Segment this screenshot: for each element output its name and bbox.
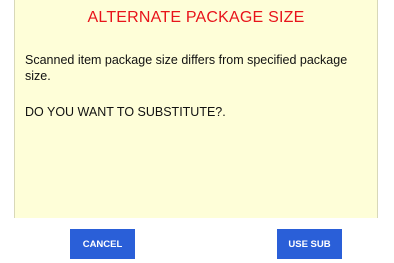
- dialog-title: ALTERNATE PACKAGE SIZE: [87, 9, 305, 26]
- dialog-prompt: DO YOU WANT TO SUBSTITUTE?.: [25, 105, 226, 119]
- cancel-button[interactable]: CANCEL: [70, 229, 135, 259]
- use-sub-button[interactable]: USE SUB: [277, 229, 342, 259]
- dialog-message: Scanned item package size differs from s…: [25, 53, 348, 83]
- alternate-package-size-dialog: ALTERNATE PACKAGE SIZE Scanned item pack…: [14, 0, 378, 218]
- screen: ALTERNATE PACKAGE SIZE Scanned item pack…: [0, 0, 394, 263]
